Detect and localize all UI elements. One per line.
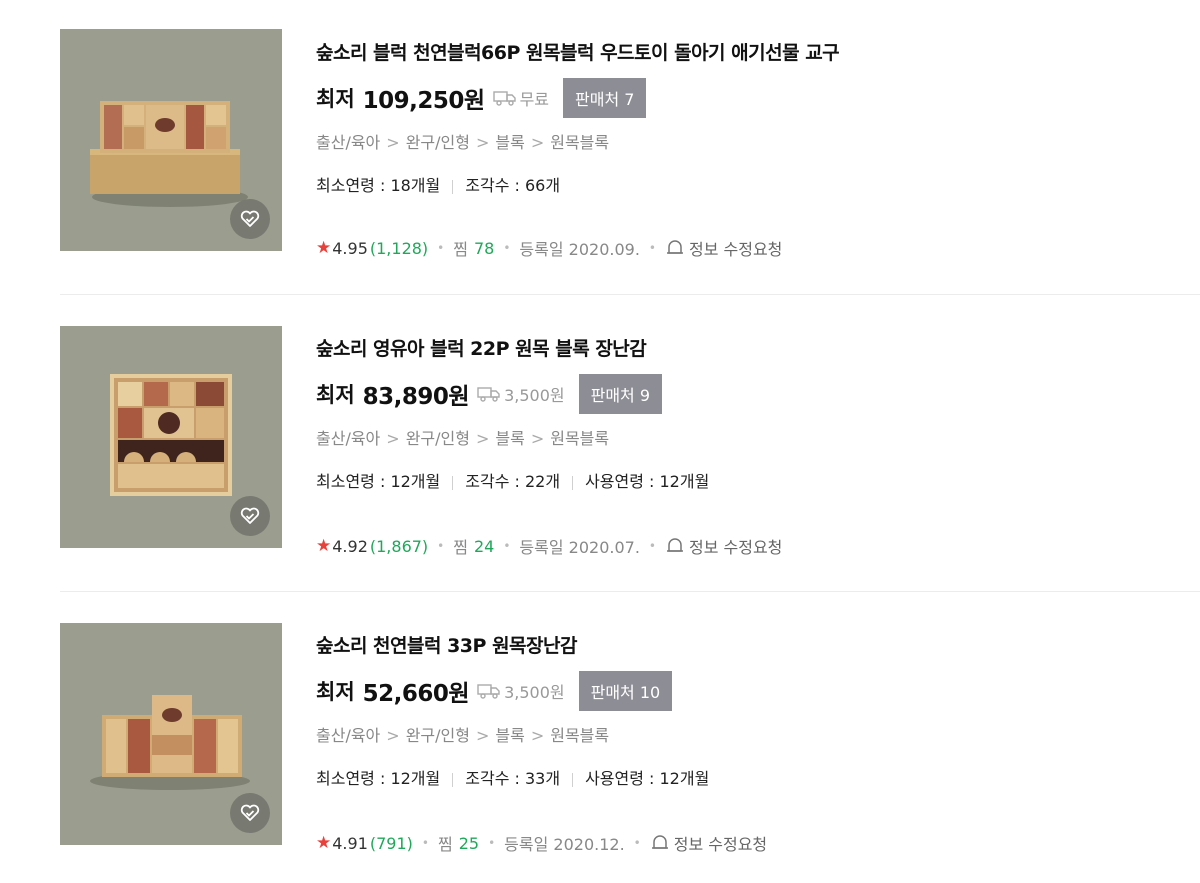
category-link[interactable]: 원목블록 — [550, 726, 609, 745]
category-link[interactable]: 블록 — [495, 133, 524, 152]
product-specs: 최소연령 : 12개월 조각수 : 33개 사용연령 : 12개월 — [316, 765, 1180, 789]
divider — [452, 179, 454, 194]
breadcrumb: 출산/육아 > 완구/인형 > 블록 > 원목블록 — [316, 429, 610, 448]
heart-check-icon — [240, 804, 260, 821]
spec-use-age: 사용연령 : 12개월 — [585, 769, 710, 788]
product-item: 숲소리 블럭 천연블럭66P 원목블럭 우드토이 돌아기 애기선물 교구 최저 … — [0, 0, 1200, 297]
rating-value: 4.91 — [332, 833, 368, 853]
shipping-info: 3,500원 — [477, 382, 565, 406]
product-meta: ★ 4.92 (1,867) • 찜 24 • 등록일 2020.07. • 정… — [316, 534, 783, 558]
price-label: 최저 — [316, 383, 355, 407]
star-icon: ★ — [316, 238, 332, 258]
product-meta: ★ 4.95 (1,128) • 찜 78 • 등록일 2020.09. • 정… — [316, 236, 783, 260]
truck-icon — [492, 91, 516, 106]
category-link[interactable]: 완구/인형 — [406, 726, 470, 745]
star-icon: ★ — [316, 536, 332, 556]
product-item: 숲소리 천연블럭 33P 원목장난감 최저 52,660원 3,500원 판매처… — [0, 591, 1200, 883]
truck-icon — [477, 387, 500, 402]
price-label: 최저 — [316, 680, 355, 704]
spec-piece-count: 조각수 : 66개 — [465, 176, 561, 195]
seller-count-button[interactable]: 판매처 10 — [578, 671, 673, 711]
lowest-price[interactable]: 83,890원 — [363, 377, 470, 411]
report-label: 정보 수정요청 — [689, 240, 783, 259]
divider — [572, 772, 574, 787]
report-button[interactable]: 정보 수정요청 — [665, 236, 782, 260]
zzim-count: 78 — [473, 238, 495, 258]
product-specs: 최소연령 : 12개월 조각수 : 22개 사용연령 : 12개월 — [316, 468, 1180, 492]
shipping-fee: 무료 — [519, 90, 550, 109]
lowest-price[interactable]: 109,250원 — [363, 81, 485, 115]
category-link[interactable]: 완구/인형 — [406, 429, 470, 448]
spec-min-age: 최소연령 : 12개월 — [316, 472, 441, 491]
lowest-price[interactable]: 52,660원 — [363, 674, 470, 708]
review-count[interactable]: (791) — [370, 834, 413, 853]
spec-min-age: 최소연령 : 18개월 — [316, 176, 441, 195]
report-label: 정보 수정요청 — [689, 538, 783, 557]
report-button[interactable]: 정보 수정요청 — [650, 831, 767, 855]
product-meta: ★ 4.91 (791) • 찜 25 • 등록일 2020.12. • 정보 … — [316, 831, 768, 855]
shipping-info: 3,500원 — [477, 679, 565, 703]
star-icon: ★ — [316, 833, 332, 853]
review-count[interactable]: (1,867) — [370, 537, 428, 556]
spec-piece-count: 조각수 : 33개 — [465, 769, 561, 788]
product-image[interactable] — [60, 326, 282, 548]
shipping-fee: 3,500원 — [504, 683, 565, 702]
zzim-button[interactable] — [230, 496, 270, 536]
heart-check-icon — [240, 507, 260, 524]
product-title[interactable]: 숲소리 블럭 천연블럭66P 원목블럭 우드토이 돌아기 애기선물 교구 — [316, 38, 1180, 65]
shipping-fee: 3,500원 — [504, 386, 565, 405]
category-link[interactable]: 출산/육아 — [316, 429, 380, 448]
zzim-label: 찜 — [453, 538, 468, 557]
registered-date: 등록일 2020.07. — [519, 538, 640, 557]
review-count[interactable]: (1,128) — [370, 239, 428, 258]
seller-count-button[interactable]: 판매처 9 — [578, 374, 663, 414]
bell-icon — [667, 538, 683, 552]
rating-value: 4.92 — [332, 536, 368, 556]
zzim-button[interactable] — [230, 793, 270, 833]
heart-check-icon — [240, 210, 260, 227]
divider — [572, 475, 574, 490]
category-link[interactable]: 출산/육아 — [316, 133, 380, 152]
truck-icon — [477, 684, 500, 699]
product-image[interactable] — [60, 623, 282, 845]
category-link[interactable]: 블록 — [495, 429, 524, 448]
zzim-button[interactable] — [230, 199, 270, 239]
product-list: 숲소리 블럭 천연블럭66P 원목블럭 우드토이 돌아기 애기선물 교구 최저 … — [0, 0, 1200, 883]
price-label: 최저 — [316, 87, 355, 111]
product-specs: 최소연령 : 18개월 조각수 : 66개 — [316, 172, 1180, 196]
zzim-label: 찜 — [437, 835, 453, 854]
product-item: 숲소리 영유아 블럭 22P 원목 블록 장난감 최저 83,890원 3,50… — [0, 294, 1200, 591]
report-button[interactable]: 정보 수정요청 — [665, 534, 782, 558]
category-link[interactable]: 완구/인형 — [406, 133, 470, 152]
product-title[interactable]: 숲소리 천연블럭 33P 원목장난감 — [316, 631, 1180, 658]
category-link[interactable]: 블록 — [495, 726, 524, 745]
bell-icon — [651, 835, 668, 849]
rating-value: 4.95 — [332, 238, 368, 258]
divider — [452, 475, 454, 490]
registered-date: 등록일 2020.12. — [504, 835, 625, 854]
spec-min-age: 최소연령 : 12개월 — [316, 769, 441, 788]
category-link[interactable]: 원목블록 — [550, 429, 609, 448]
seller-count-button[interactable]: 판매처 7 — [563, 78, 647, 118]
zzim-count: 24 — [473, 536, 495, 556]
spec-piece-count: 조각수 : 22개 — [465, 472, 561, 491]
zzim-label: 찜 — [453, 240, 468, 259]
product-image[interactable] — [60, 29, 282, 251]
divider — [452, 772, 454, 787]
breadcrumb: 출산/육아 > 완구/인형 > 블록 > 원목블록 — [316, 133, 610, 152]
category-link[interactable]: 원목블록 — [550, 133, 609, 152]
product-title[interactable]: 숲소리 영유아 블럭 22P 원목 블록 장난감 — [316, 334, 1180, 361]
registered-date: 등록일 2020.09. — [519, 240, 640, 259]
spec-use-age: 사용연령 : 12개월 — [585, 472, 710, 491]
bell-icon — [667, 240, 683, 254]
category-link[interactable]: 출산/육아 — [316, 726, 380, 745]
zzim-count: 25 — [458, 833, 480, 853]
shipping-info: 무료 — [492, 86, 550, 110]
breadcrumb: 출산/육아 > 완구/인형 > 블록 > 원목블록 — [316, 726, 610, 745]
report-label: 정보 수정요청 — [673, 835, 768, 854]
